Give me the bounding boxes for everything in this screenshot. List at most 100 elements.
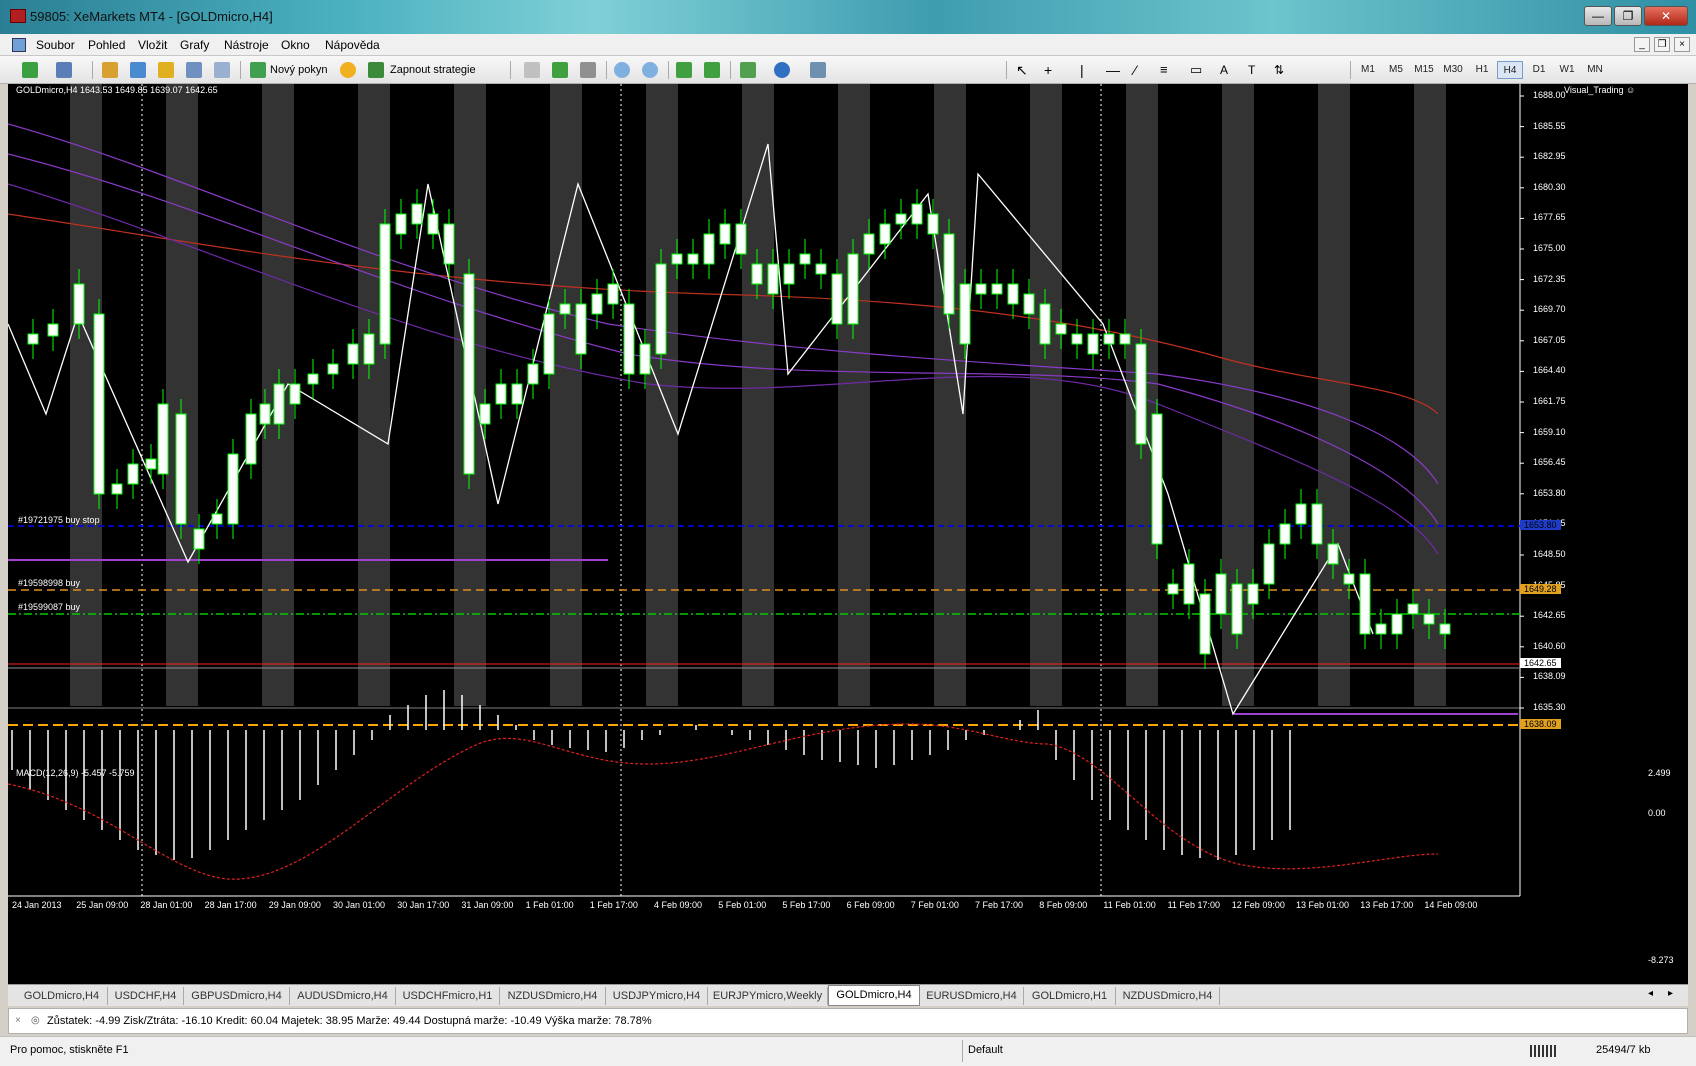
mdi-minimize-button[interactable]: _ (1634, 37, 1650, 52)
chart-tab[interactable]: USDJPYmicro,H4 (606, 987, 708, 1005)
chart-tab[interactable]: GBPUSDmicro,H4 (184, 987, 290, 1005)
horizontal-line-icon[interactable]: — (1106, 60, 1120, 80)
menu-soubor[interactable]: Soubor (36, 38, 75, 52)
chart-area[interactable]: GOLDmicro,H4 1643.53 1649.85 1639.07 164… (8, 84, 1688, 984)
candle-body (1327, 543, 1339, 565)
close-button[interactable]: ✕ (1644, 6, 1688, 26)
mdi-close-button[interactable]: × (1674, 37, 1690, 52)
menu-napoveda[interactable]: Nápověda (325, 38, 380, 52)
strategies-button[interactable]: Zapnout strategie (390, 60, 476, 80)
text-icon[interactable]: A (1220, 60, 1228, 80)
chart-tab[interactable]: AUDUSDmicro,H4 (290, 987, 396, 1005)
arrows-icon[interactable]: ⇅ (1274, 60, 1284, 80)
candle-body (1279, 523, 1291, 545)
new-order-icon[interactable] (250, 62, 266, 78)
tab-scroll-left-icon[interactable]: ◂ (1648, 988, 1653, 999)
chart-tab[interactable]: GOLDmicro,H1 (1024, 987, 1116, 1005)
chart-window-icon[interactable] (12, 38, 26, 52)
new-chart-icon[interactable] (22, 62, 38, 78)
templates-icon[interactable] (810, 62, 826, 78)
timeframe-m1[interactable]: M1 (1355, 61, 1381, 79)
tester-icon[interactable] (186, 62, 202, 78)
maximize-button[interactable]: ❐ (1614, 6, 1642, 26)
profiles-icon[interactable] (56, 62, 72, 78)
auto-scroll-icon[interactable] (676, 62, 692, 78)
candle-body (479, 403, 491, 425)
period-band (550, 84, 582, 706)
chart-tab[interactable]: USDCHFmicro,H1 (396, 987, 500, 1005)
channel-icon[interactable]: ▭ (1190, 60, 1202, 80)
chart-tab[interactable]: NZDUSDmicro,H4 (500, 987, 606, 1005)
timeframe-h4[interactable]: H4 (1497, 61, 1523, 79)
timeframe-d1[interactable]: D1 (1526, 61, 1552, 79)
chart-tab[interactable]: EURJPYmicro,Weekly (708, 987, 828, 1005)
toolbar-separator (240, 61, 241, 79)
new-order-button[interactable]: Nový pokyn (270, 60, 327, 80)
menu-nastroje[interactable]: Nástroje (224, 38, 269, 52)
line-chart-icon[interactable] (580, 62, 596, 78)
timeframe-m15[interactable]: M15 (1411, 61, 1437, 79)
connection-status-icon (1530, 1045, 1556, 1057)
minimize-button[interactable]: — (1584, 6, 1612, 26)
candle-body (1423, 613, 1435, 625)
bar-chart-icon[interactable] (524, 62, 540, 78)
candle-body (395, 213, 407, 235)
candle-body (93, 313, 105, 495)
menu-vlozit[interactable]: Vložit (138, 38, 167, 52)
chart-tab[interactable]: NZDUSDmicro,H4 (1116, 987, 1220, 1005)
timeframe-h1[interactable]: H1 (1469, 61, 1495, 79)
candle-body (145, 458, 157, 470)
order-label-buy-stop: #19721975 buy stop (18, 515, 100, 525)
chart-tab[interactable]: EURUSDmicro,H4 (920, 987, 1024, 1005)
trendline-icon[interactable]: ⁄ (1134, 60, 1136, 80)
chart-shift-icon[interactable] (704, 62, 720, 78)
periods-icon[interactable] (774, 62, 790, 78)
chart-tab-active[interactable]: GOLDmicro,H4 (828, 985, 920, 1006)
zoom-out-icon[interactable] (642, 62, 658, 78)
timeframe-m30[interactable]: M30 (1440, 61, 1466, 79)
status-bar: Pro pomoc, stiskněte F1 Default 25494/7 … (0, 1036, 1696, 1066)
navigator-icon[interactable] (130, 62, 146, 78)
time-axis-label: 5 Feb 17:00 (782, 900, 831, 910)
period-band (838, 84, 870, 706)
zigzag-line (8, 143, 1374, 716)
time-axis-label: 31 Jan 09:00 (461, 900, 514, 910)
zoom-window-icon[interactable] (214, 62, 230, 78)
candle-body (1375, 623, 1387, 635)
vertical-line-icon[interactable]: | (1080, 60, 1084, 80)
time-axis-label: 13 Feb 01:00 (1296, 900, 1350, 910)
text-label-icon[interactable]: T (1248, 60, 1255, 80)
candle-body (27, 333, 39, 345)
menu-grafy[interactable]: Grafy (180, 38, 209, 52)
terminal-icon[interactable] (158, 62, 174, 78)
status-traffic: 25494/7 kb (1596, 1044, 1651, 1056)
metaeditor-icon[interactable] (340, 62, 356, 78)
timeframe-mn[interactable]: MN (1582, 61, 1608, 79)
period-band (1030, 84, 1062, 706)
cursor-icon[interactable]: ↖ (1016, 60, 1028, 80)
tab-scroll-right-icon[interactable]: ▸ (1668, 988, 1673, 999)
time-axis-label: 1 Feb 01:00 (525, 900, 574, 910)
time-axis-label: 30 Jan 01:00 (333, 900, 386, 910)
candle-body (327, 363, 339, 375)
strategies-icon[interactable] (368, 62, 384, 78)
candle-body (847, 253, 859, 325)
mdi-restore-button[interactable]: ❐ (1654, 37, 1670, 52)
market-watch-icon[interactable] (102, 62, 118, 78)
chart-tab[interactable]: USDCHF,H4 (108, 987, 184, 1005)
candle-chart-icon[interactable] (552, 62, 568, 78)
timeframe-m5[interactable]: M5 (1383, 61, 1409, 79)
price-axis-label: 1680.30 (1533, 181, 1566, 192)
candle-body (927, 213, 939, 235)
toolbar-separator (668, 61, 669, 79)
fibonacci-icon[interactable]: ≡ (1160, 60, 1168, 80)
menu-pohled[interactable]: Pohled (88, 38, 125, 52)
indicators-icon[interactable] (740, 62, 756, 78)
chart-tab[interactable]: GOLDmicro,H4 (16, 987, 108, 1005)
crosshair-icon[interactable]: + (1044, 60, 1052, 80)
timeframe-w1[interactable]: W1 (1554, 61, 1580, 79)
candle-body (47, 323, 59, 337)
price-chart[interactable] (8, 84, 1688, 984)
menu-okno[interactable]: Okno (281, 38, 310, 52)
zoom-in-icon[interactable] (614, 62, 630, 78)
